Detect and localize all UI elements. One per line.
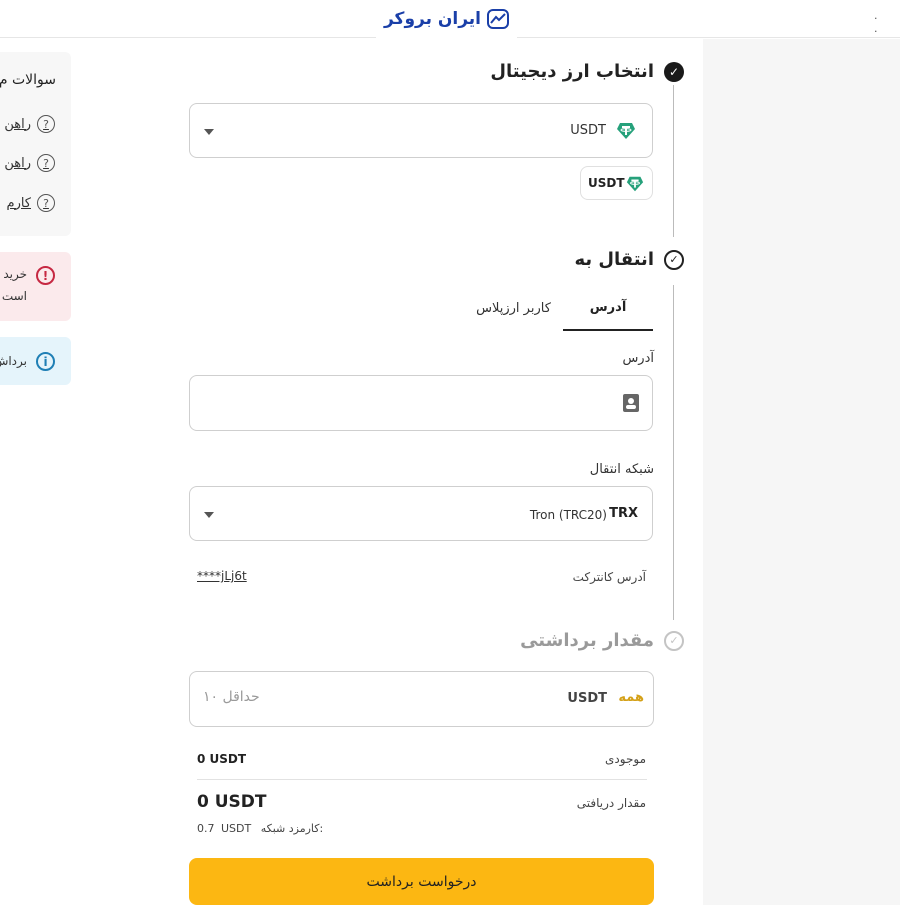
amount-placeholder: حداقل ۱۰: [203, 689, 260, 705]
faq-item[interactable]: ? راهن: [4, 114, 55, 134]
caret-down-icon: [204, 512, 214, 518]
network-name: Tron (TRC20): [529, 508, 607, 522]
faq-item[interactable]: ? راهن: [4, 153, 55, 173]
receive-label: مقدار دریافتی: [576, 796, 646, 810]
network-fee-row: 0.7 USDT کارمزد شبکه:: [197, 822, 323, 835]
amount-unit: USDT: [567, 691, 607, 706]
info-icon: i: [36, 352, 55, 371]
step-title: انتخاب ارز دیجیتال: [490, 61, 654, 82]
withdraw-request-button[interactable]: درخواست برداشت: [189, 858, 654, 905]
currency-chip[interactable]: USDT: [580, 166, 653, 200]
alert-text: برداش: [0, 354, 27, 368]
step-select-currency: ✓ انتخاب ارز دیجیتال: [490, 61, 684, 82]
exclamation-icon: !: [36, 266, 55, 285]
alert-text: خرید: [3, 267, 27, 281]
receive-value: 0 USDT: [197, 792, 267, 812]
caret-down-icon: [204, 129, 214, 135]
currency-select[interactable]: USDT: [189, 103, 653, 158]
amount-input[interactable]: حداقل ۱۰ همه USDT: [189, 671, 654, 727]
question-icon: ?: [37, 194, 55, 212]
check-circle-outline-icon: ✓: [664, 630, 684, 651]
address-label: آدرس: [622, 351, 654, 366]
check-circle-icon: ✓: [664, 61, 684, 82]
chip-label: USDT: [588, 176, 625, 190]
network-code: TRX: [609, 506, 638, 521]
step-transfer-to: ✓ انتقال به: [574, 249, 684, 270]
logo-text: ایران بروکر: [383, 8, 482, 29]
step-title: مقدار برداشتی: [520, 630, 654, 651]
trend-chart-icon: [487, 8, 510, 29]
stepper-line: [673, 85, 674, 237]
stepper-line: [673, 285, 674, 620]
fee-label: کارمزد شبکه:: [260, 822, 324, 835]
faq-item[interactable]: ? کارم: [7, 193, 55, 213]
faq-title: سوالات م: [0, 72, 56, 88]
balance-label: موجودی: [605, 752, 646, 766]
brand-logo[interactable]: ایران بروکر: [376, 0, 517, 38]
network-label: شبکه انتقال: [589, 462, 654, 477]
menu-dots-icon[interactable]: · ·: [874, 12, 900, 38]
fee-value: 0.7: [197, 822, 215, 835]
divider: [197, 779, 647, 780]
check-circle-outline-icon: ✓: [664, 249, 684, 270]
transfer-tabs: آدرس کاربر ارزپلاس: [464, 285, 653, 331]
info-alert: i برداش: [0, 337, 71, 385]
contract-address-link[interactable]: ****jLj6t: [197, 569, 247, 583]
selected-currency: USDT: [570, 123, 606, 138]
fee-unit: USDT: [221, 822, 252, 835]
alert-text: است: [1, 289, 27, 303]
contract-label: آدرس کانترکت: [572, 570, 646, 584]
all-amount-button[interactable]: همه: [618, 690, 644, 705]
tether-icon: [626, 176, 644, 192]
tab-address[interactable]: آدرس: [563, 285, 653, 331]
question-icon: ?: [37, 115, 55, 133]
step-withdraw-amount: ✓ مقدار برداشتی: [520, 630, 684, 651]
question-icon: ?: [37, 154, 55, 172]
faq-card: سوالات م ? راهن ? راهن ? کارم: [0, 52, 71, 236]
network-select[interactable]: TRX Tron (TRC20): [189, 486, 653, 541]
contact-book-icon[interactable]: [622, 393, 640, 413]
tether-icon: [617, 123, 635, 139]
warning-alert: ! خرید است: [0, 252, 71, 321]
address-input[interactable]: [189, 375, 653, 431]
balance-value: 0 USDT: [197, 752, 247, 766]
tab-arzplus-user[interactable]: کاربر ارزپلاس: [464, 285, 563, 331]
right-side-panel: [703, 39, 900, 905]
step-title: انتقال به: [574, 249, 654, 270]
